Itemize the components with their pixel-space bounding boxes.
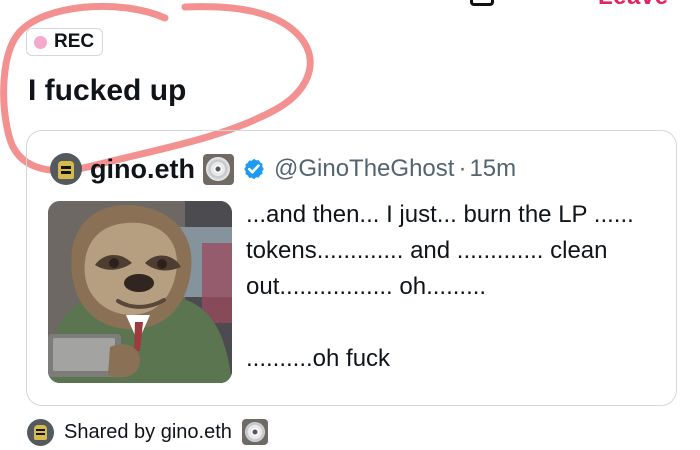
quoted-display-name[interactable]: gino.eth: [90, 154, 195, 185]
avatar-icon[interactable]: [50, 153, 82, 185]
leave-button[interactable]: Leave: [598, 0, 669, 11]
recording-dot-icon: [34, 35, 47, 49]
quoted-post-header: gino.eth @GinoTheGhost · 15m: [50, 150, 516, 188]
quoted-timestamp[interactable]: 15m: [469, 155, 516, 183]
post-title: I fucked up: [28, 74, 187, 107]
sloth-image-art: [48, 201, 232, 383]
separator-dot: ·: [458, 155, 467, 182]
shared-by-footer: Shared by gino.eth: [27, 418, 268, 446]
recording-badge: REC: [26, 28, 104, 56]
quoted-handle-time: @GinoTheGhost · 15m: [274, 155, 516, 183]
disc-icon: [241, 419, 268, 445]
quoted-post-text: ...and then... I just... burn the LP ...…: [246, 201, 634, 372]
quoted-handle[interactable]: @GinoTheGhost: [274, 155, 454, 183]
shared-by-avatar-icon[interactable]: [27, 418, 54, 446]
disc-icon: [202, 153, 234, 185]
shared-by-text: Shared by gino.eth: [64, 420, 232, 443]
sloth-character-image[interactable]: [48, 201, 232, 383]
recording-label: REC: [54, 31, 95, 52]
partial-top-icon[interactable]: [470, 0, 494, 6]
verified-badge-icon: [244, 158, 264, 180]
